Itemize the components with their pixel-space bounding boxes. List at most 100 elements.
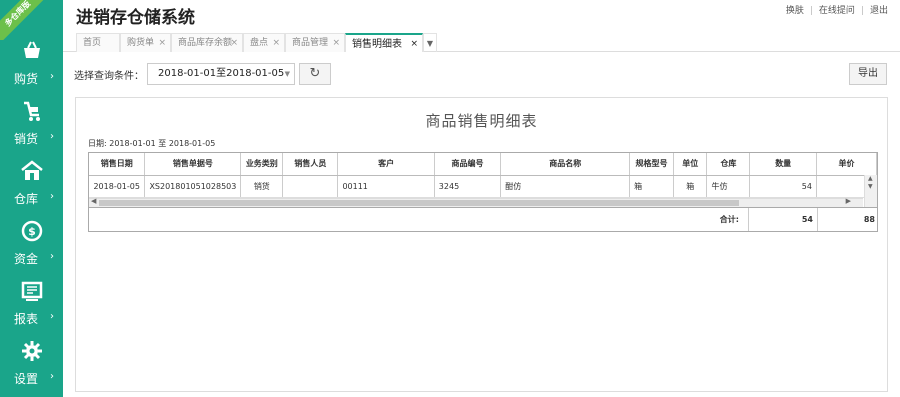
tab-home[interactable]: 首页 <box>76 33 120 52</box>
cell-salesperson <box>282 175 339 198</box>
tab-label: 商品管理 <box>292 38 329 48</box>
column-header[interactable]: 单价 <box>816 153 877 176</box>
cart-icon <box>23 101 40 121</box>
column-header[interactable]: 销售单据号 <box>144 153 242 176</box>
totals-label: 合计: <box>719 215 739 224</box>
column-header[interactable]: 销售日期 <box>89 153 146 176</box>
date-range-value: 2018-01-01至2018-01-05 <box>158 68 285 79</box>
tab-inventory-balance[interactable]: 商品库存余额 × <box>171 33 243 52</box>
svg-text:$: $ <box>28 225 36 238</box>
tab-bar: 首页 购货单 × 商品库存余额 × 盘点 × 商品管理 × 销售明细表 × ▼ <box>63 30 900 52</box>
tab-label: 盘点 <box>250 38 269 48</box>
sales-detail-grid: 销售日期 销售单据号 业务类别 销售人员 客户 商品编号 商品名称 规格型号 单… <box>88 152 878 232</box>
cell-doc-number: XS201801051028503 <box>144 175 242 198</box>
edition-ribbon-label: 多仓库版 <box>0 0 50 40</box>
sidebar-item-label: 仓库 <box>14 192 39 206</box>
tab-label: 首页 <box>83 38 102 48</box>
report-panel: 商品销售明细表 日期: 2018-01-01 至 2018-01-05 销售日期… <box>75 97 888 392</box>
tab-sales-detail[interactable]: 销售明细表 × <box>345 33 423 52</box>
top-links: 换肤 | 在线提问 | 退出 <box>785 6 888 16</box>
warehouse-icon <box>20 160 43 180</box>
column-header[interactable]: 客户 <box>337 153 435 176</box>
gear-icon <box>21 341 42 361</box>
scroll-left-icon[interactable]: ◀ <box>91 197 96 205</box>
column-header[interactable]: 规格型号 <box>629 153 674 176</box>
sidebar-item-purchase[interactable]: 购货 › <box>0 38 63 96</box>
sidebar-item-settings[interactable]: 设置 › <box>0 338 63 396</box>
tab-stocktake[interactable]: 盘点 × <box>243 33 285 52</box>
app-title: 进销存仓储系统 <box>76 8 195 28</box>
cell-customer: 00111 <box>337 175 435 198</box>
sidebar-item-funds[interactable]: $ 资金 › <box>0 218 63 276</box>
header: 进销存仓储系统 换肤 | 在线提问 | 退出 <box>63 0 900 30</box>
chevron-right-icon: › <box>50 191 54 202</box>
tab-label: 购货单 <box>127 38 155 48</box>
report-icon <box>21 281 42 301</box>
tab-more-dropdown[interactable]: ▼ <box>423 33 437 52</box>
chevron-right-icon: › <box>50 311 54 322</box>
refresh-icon: ↻ <box>309 66 321 81</box>
scroll-up-icon[interactable]: ▲ <box>868 175 873 182</box>
sidebar-item-sales[interactable]: 销货 › <box>0 98 63 156</box>
export-button[interactable]: 导出 <box>849 63 887 85</box>
cell-warehouse: 牛仿 <box>706 175 751 198</box>
report-date-range: 日期: 2018-01-01 至 2018-01-05 <box>88 139 216 148</box>
cell-sale-date: 2018-01-05 <box>89 175 146 198</box>
column-header[interactable]: 单位 <box>673 153 708 176</box>
tab-label: 销售明细表 <box>352 39 402 50</box>
sidebar-item-label: 资金 <box>14 252 39 266</box>
totals-price: 88 <box>817 208 877 231</box>
sidebar-item-warehouse[interactable]: 仓库 › <box>0 158 63 216</box>
online-help-link[interactable]: 在线提问 <box>819 6 855 16</box>
close-icon[interactable]: × <box>158 34 166 53</box>
close-icon[interactable]: × <box>272 34 280 53</box>
cell-business-type: 销货 <box>240 175 284 198</box>
tab-label: 商品库存余额 <box>178 38 233 48</box>
chevron-right-icon: › <box>50 131 54 142</box>
report-title: 商品销售明细表 <box>425 112 538 130</box>
totals-row: 合计: 54 88 <box>89 207 877 231</box>
edition-ribbon: 多仓库版 <box>0 0 50 40</box>
skin-link[interactable]: 换肤 <box>786 6 804 16</box>
table-row[interactable]: 2018-01-05 XS201801051028503 销货 00111 32… <box>89 175 877 198</box>
cell-unit: 箱 <box>673 175 708 198</box>
date-range-select[interactable]: 2018-01-01至2018-01-05 ▼ <box>147 63 295 85</box>
scroll-down-icon[interactable]: ▼ <box>868 183 873 190</box>
filter-label: 选择查询条件： <box>74 71 144 82</box>
cell-spec: 箱 <box>629 175 674 198</box>
basket-icon <box>23 41 40 58</box>
tab-purchase-order[interactable]: 购货单 × <box>120 33 171 52</box>
sales-detail-table: 销售日期 销售单据号 业务类别 销售人员 客户 商品编号 商品名称 规格型号 单… <box>89 153 877 198</box>
table-header-row: 销售日期 销售单据号 业务类别 销售人员 客户 商品编号 商品名称 规格型号 单… <box>89 153 877 176</box>
column-header[interactable]: 业务类别 <box>240 153 284 176</box>
refresh-button[interactable]: ↻ <box>299 63 331 85</box>
filter-bar: 选择查询条件： 2018-01-01至2018-01-05 ▼ ↻ 导出 <box>63 52 900 92</box>
sidebar-item-label: 销货 <box>14 132 39 146</box>
vertical-scrollbar[interactable]: ▲ ▼ <box>864 175 877 207</box>
totals-quantity: 54 <box>748 208 817 231</box>
tab-product-management[interactable]: 商品管理 × <box>285 33 345 52</box>
sidebar: 多仓库版 购货 › 销货 › 仓库 › $ 资金 › 报表 › 设置 › <box>0 0 63 397</box>
money-icon: $ <box>21 220 42 242</box>
column-header[interactable]: 商品编号 <box>434 153 502 176</box>
cell-product-code: 3245 <box>434 175 502 198</box>
column-header[interactable]: 商品名称 <box>500 153 631 176</box>
cell-quantity: 54 <box>749 175 817 198</box>
sidebar-item-reports[interactable]: 报表 › <box>0 278 63 336</box>
column-header[interactable]: 数量 <box>749 153 817 176</box>
scrollbar-thumb[interactable] <box>99 200 739 206</box>
chevron-right-icon: › <box>50 71 54 82</box>
cell-product-name: 酣仿 <box>500 175 631 198</box>
horizontal-scrollbar[interactable]: ◀ ▶ <box>89 197 863 207</box>
logout-link[interactable]: 退出 <box>870 6 888 16</box>
column-header[interactable]: 销售人员 <box>282 153 339 176</box>
close-icon[interactable]: × <box>332 34 340 53</box>
sidebar-item-label: 设置 <box>14 372 39 386</box>
close-icon[interactable]: × <box>230 34 238 53</box>
sidebar-item-label: 报表 <box>14 312 39 326</box>
chevron-right-icon: › <box>50 371 54 382</box>
column-header[interactable]: 仓库 <box>706 153 751 176</box>
caret-down-icon: ▼ <box>284 70 290 78</box>
scroll-right-icon[interactable]: ▶ <box>846 197 851 205</box>
caret-down-icon: ▼ <box>426 39 434 48</box>
